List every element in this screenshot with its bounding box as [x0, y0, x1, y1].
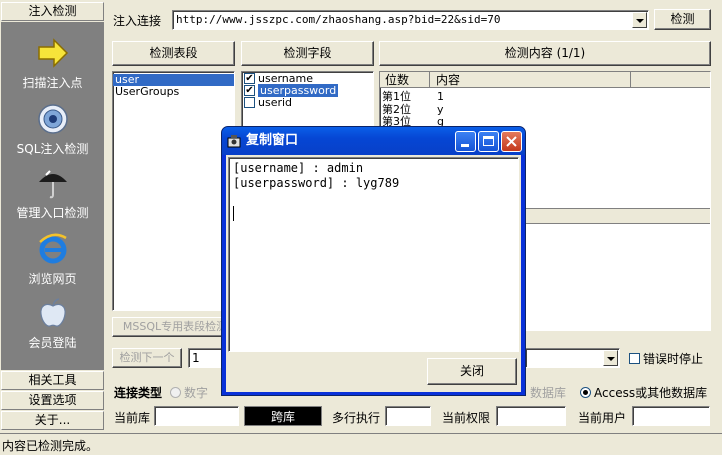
sidebar-settings[interactable]: 设置选项: [1, 391, 104, 410]
maximize-button[interactable]: [478, 131, 499, 152]
sidebar-item-label: 管理入口检测: [16, 206, 89, 220]
copy-textarea[interactable]: [username] : admin [userpassword] : lyg7…: [228, 157, 519, 352]
checkbox-checked[interactable]: ✔: [244, 84, 255, 96]
current-user-label: 当前用户: [578, 411, 627, 425]
privilege-field[interactable]: [496, 406, 566, 426]
current-db-field[interactable]: [154, 406, 239, 426]
detect-next-button[interactable]: 检测下一个: [112, 348, 182, 368]
sidebar-item-scan[interactable]: 扫描注入点: [1, 36, 104, 91]
cell-content: 1: [437, 90, 444, 103]
radio-button-selected[interactable]: [580, 387, 591, 398]
tables-list[interactable]: user UserGroups: [112, 71, 235, 311]
maximize-icon: [483, 136, 494, 146]
grid-header-content[interactable]: 内容: [431, 72, 631, 88]
url-input[interactable]: http://www.jsszpc.com/zhaoshang.asp?bid=…: [172, 10, 649, 30]
close-button[interactable]: 关闭: [427, 358, 517, 385]
checkbox-checked[interactable]: ✔: [244, 72, 255, 84]
fields-header[interactable]: 检测字段: [241, 41, 374, 66]
text-line: [username] : admin: [233, 161, 364, 175]
dialog-body: [username] : admin [userpassword] : lyg7…: [226, 155, 521, 392]
tables-header[interactable]: 检测表段: [112, 41, 235, 66]
minimize-icon: [461, 144, 469, 147]
radio-label: 数字: [184, 386, 209, 400]
chevron-down-icon[interactable]: [603, 350, 618, 366]
conn-type-db-label: 数据库: [530, 386, 567, 400]
sidebar-item-label: SQL注入检测: [16, 142, 89, 156]
sidebar-item-browse[interactable]: 浏览网页: [1, 232, 104, 287]
table-row[interactable]: 第2位 y: [382, 104, 444, 115]
sidebar-item-label: 会员登陆: [28, 336, 77, 350]
current-user-field[interactable]: [632, 406, 710, 426]
dialog-titlebar[interactable]: 复制窗口: [222, 127, 525, 155]
sidebar: 注入检测 扫描注入点 SQL注入检测 管理入口检测 浏览网页 会员登陆 相关工具…: [0, 0, 105, 433]
copy-dialog: 复制窗口 [username] : admin [userpassword] :…: [221, 126, 526, 396]
multiline-field[interactable]: [385, 406, 431, 426]
sidebar-related-tools[interactable]: 相关工具: [1, 371, 104, 390]
detect-next-input[interactable]: 1: [188, 348, 224, 368]
mssql-detect-button[interactable]: MSSQL专用表段检测: [112, 317, 238, 337]
cell-position: 第1位: [382, 90, 411, 103]
arrow-right-icon: [37, 38, 68, 68]
radio-label: Access或其他数据库: [594, 386, 708, 400]
close-window-button[interactable]: [501, 131, 522, 152]
sidebar-item-sql[interactable]: SQL注入检测: [1, 102, 104, 157]
conn-type-access[interactable]: Access或其他数据库: [580, 384, 707, 401]
detect-button[interactable]: 检测: [654, 9, 711, 30]
table-row[interactable]: 第1位 1: [382, 90, 444, 103]
ie-icon: [38, 233, 67, 264]
list-item[interactable]: userid: [242, 96, 373, 109]
minimize-button[interactable]: [455, 131, 476, 152]
app-icon: [227, 135, 241, 148]
sidebar-item-label: 扫描注入点: [22, 76, 83, 90]
sidebar-item-admin-entry[interactable]: 管理入口检测: [1, 166, 104, 221]
cross-db-button[interactable]: 跨库: [244, 406, 322, 426]
sidebar-item-member-login[interactable]: 会员登陆: [1, 296, 104, 351]
sidebar-about[interactable]: 关于...: [1, 411, 104, 430]
url-value: http://www.jsszpc.com/zhaoshang.asp?bid=…: [176, 13, 501, 26]
sidebar-header-inject[interactable]: 注入检测: [1, 2, 104, 21]
text-cursor: [233, 206, 234, 221]
stop-on-error-option[interactable]: 错误时停止: [629, 350, 703, 367]
status-bar: 内容已检测完成。: [0, 433, 722, 455]
cell-content: y: [437, 103, 444, 116]
current-db-label: 当前库: [114, 411, 151, 425]
sidebar-panel: 扫描注入点 SQL注入检测 管理入口检测 浏览网页 会员登陆: [1, 22, 104, 370]
sidebar-item-label: 浏览网页: [28, 272, 77, 286]
close-icon: [506, 136, 517, 147]
multiline-label: 多行执行: [332, 411, 381, 425]
grid-header-position[interactable]: 位数: [380, 72, 430, 88]
checkbox-unchecked[interactable]: [629, 353, 640, 364]
stop-on-error-label: 错误时停止: [643, 352, 704, 366]
conn-type-label: 连接类型: [114, 386, 163, 400]
grid-header-row: 位数 内容: [380, 72, 710, 88]
url-label: 注入连接: [113, 14, 162, 28]
radio-button[interactable]: [170, 387, 181, 398]
content-header[interactable]: 检测内容 (1/1): [379, 41, 711, 66]
db-select[interactable]: [525, 348, 620, 368]
chevron-down-icon[interactable]: [632, 12, 647, 28]
apple-icon: [39, 298, 66, 327]
privilege-label: 当前权限: [442, 411, 491, 425]
dialog-title: 复制窗口: [246, 133, 299, 148]
list-item[interactable]: UserGroups: [113, 86, 234, 98]
conn-type-number[interactable]: 数字: [170, 384, 208, 401]
status-text: 内容已检测完成。: [2, 439, 99, 453]
field-name: userid: [258, 96, 293, 109]
umbrella-icon: [38, 170, 67, 199]
target-icon: [37, 104, 68, 134]
text-line: [userpassword] : lyg789: [233, 176, 400, 190]
checkbox-unchecked[interactable]: [244, 96, 255, 108]
